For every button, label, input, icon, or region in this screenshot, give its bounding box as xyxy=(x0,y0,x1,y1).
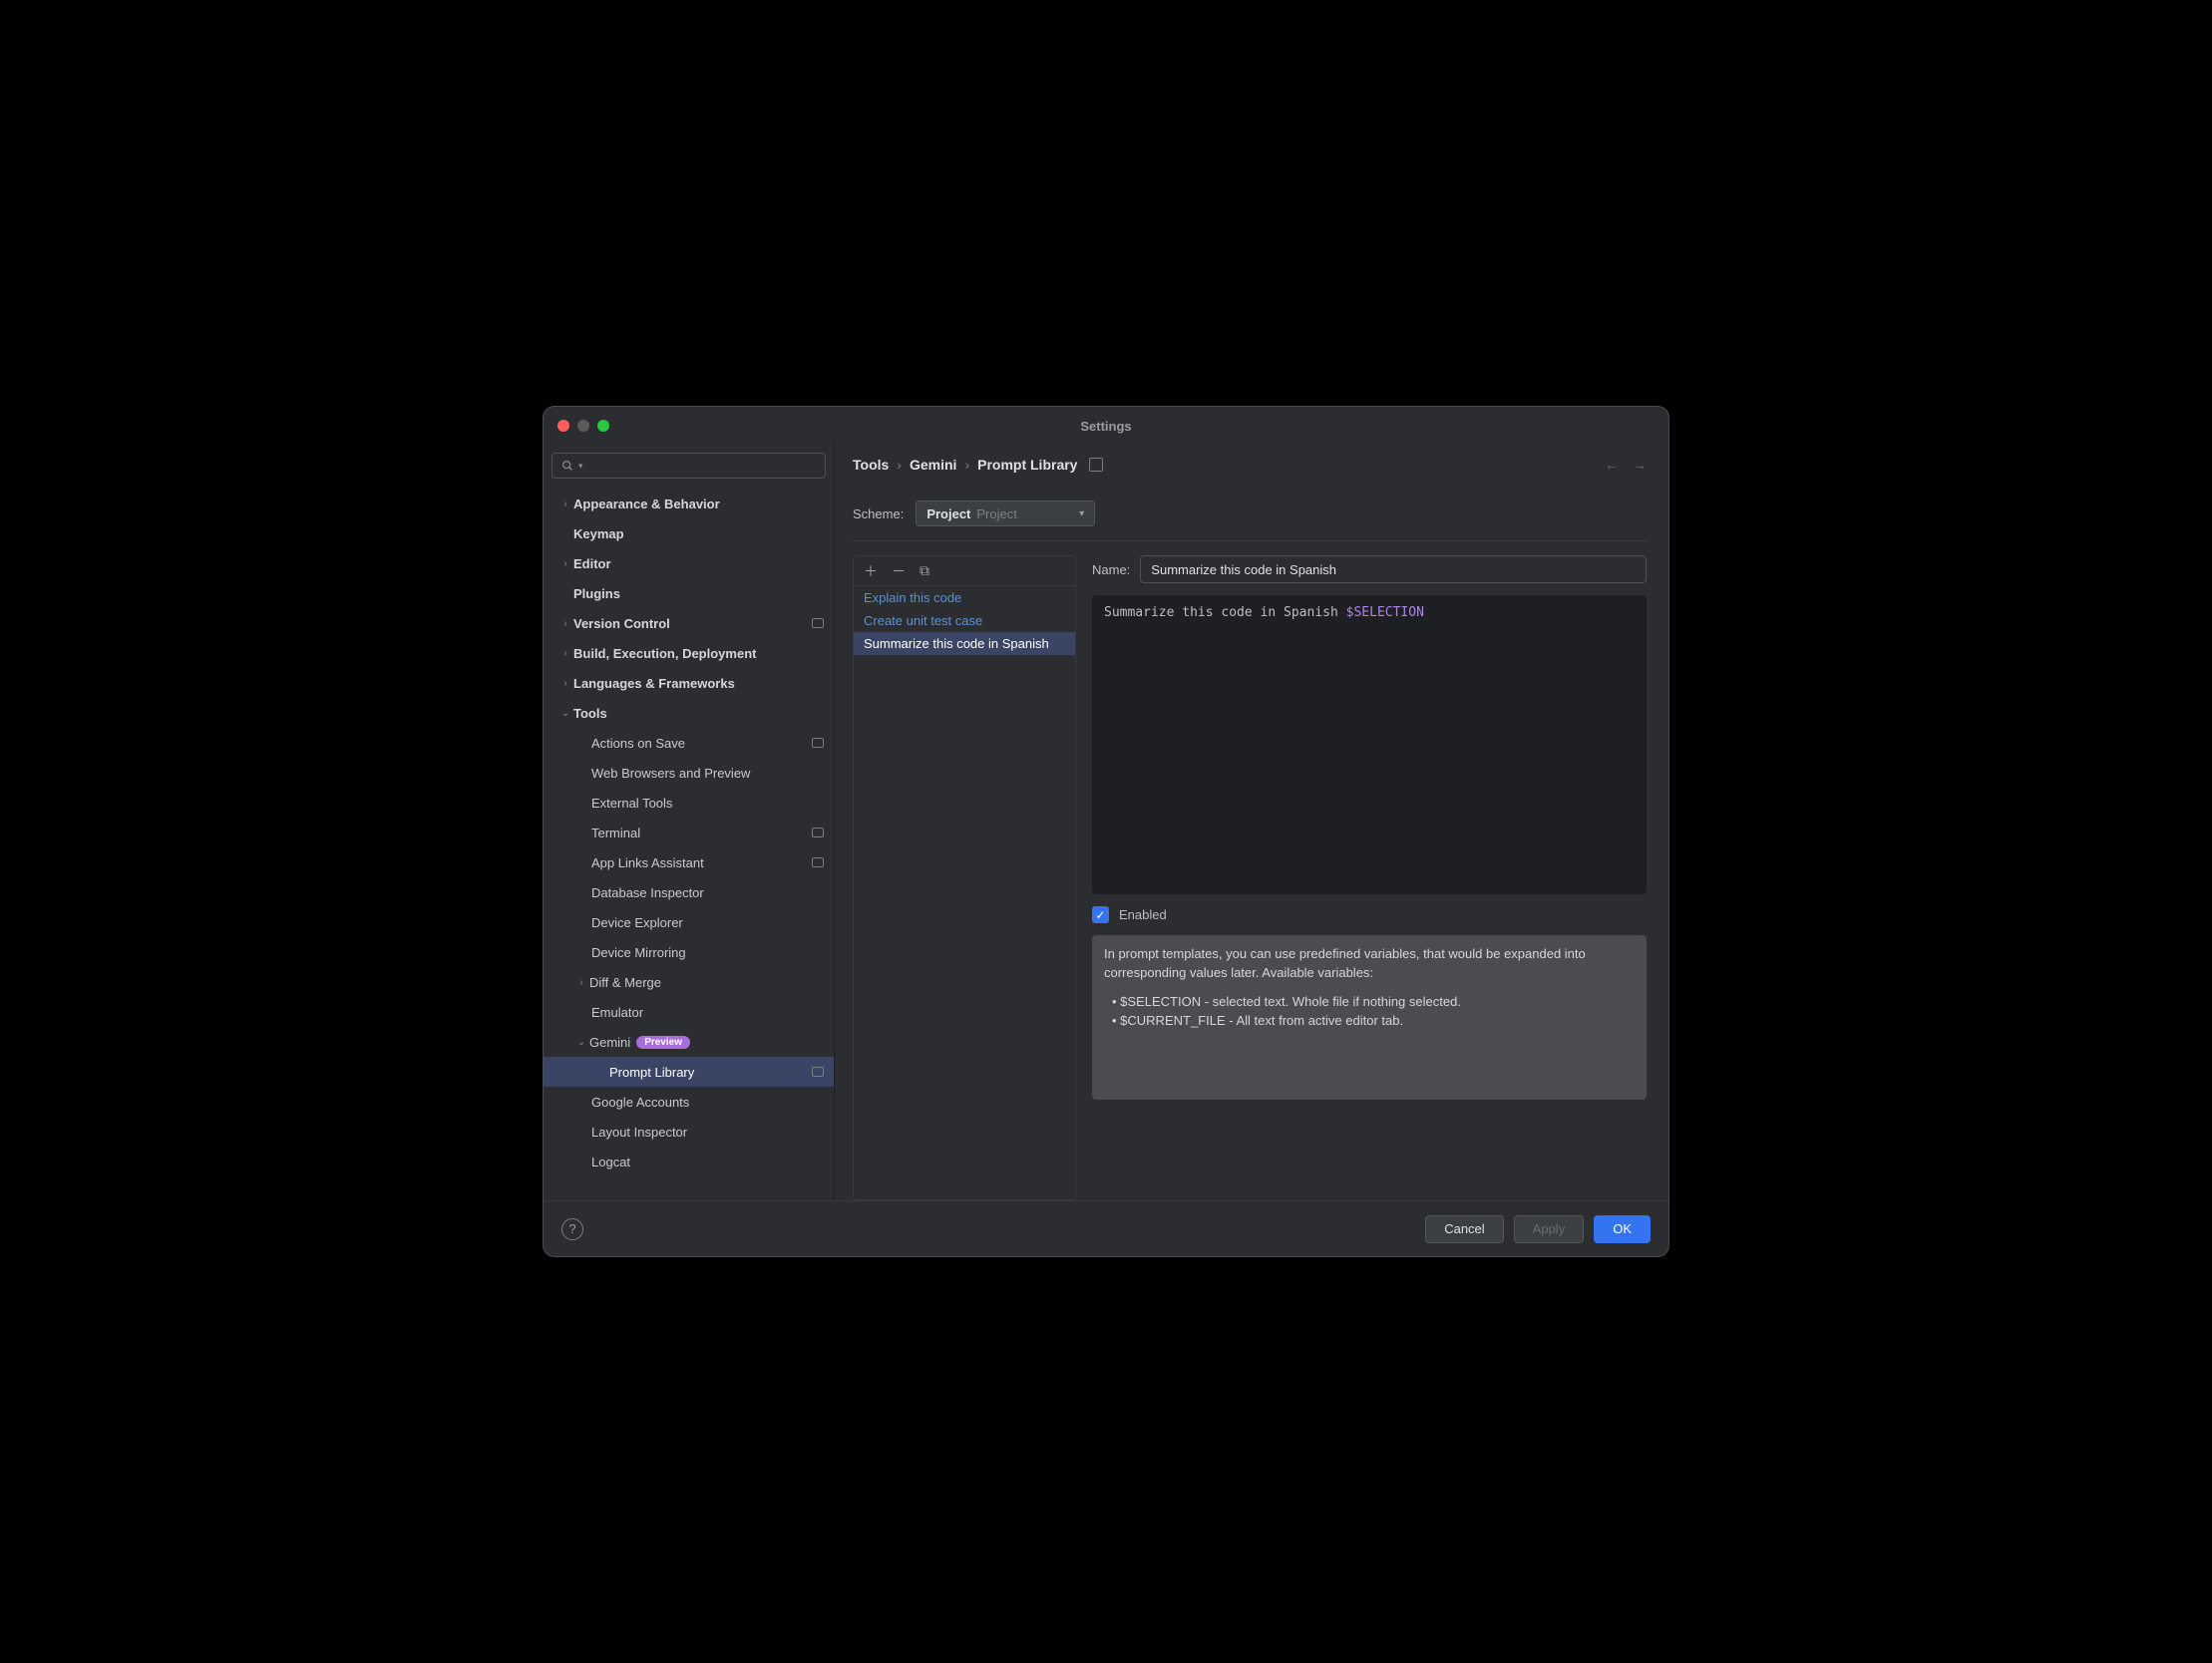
sidebar-item-prompt-library[interactable]: Prompt Library xyxy=(544,1057,834,1087)
window-title: Settings xyxy=(1080,419,1131,434)
sidebar-item-emulator[interactable]: Emulator xyxy=(544,997,834,1027)
sidebar-item-plugins[interactable]: Plugins xyxy=(544,578,834,608)
prompt-item[interactable]: Create unit test case xyxy=(854,609,1075,632)
prompt-detail: Name: Summarize this code in Spanish $SE… xyxy=(1092,555,1647,1200)
sidebar-item-gemini[interactable]: GeminiPreview xyxy=(544,1027,834,1057)
titlebar: Settings xyxy=(544,407,1668,445)
sidebar-item-languages[interactable]: Languages & Frameworks xyxy=(544,668,834,698)
chevron-down-icon: ▾ xyxy=(578,461,583,472)
zoom-window-icon[interactable] xyxy=(597,420,609,432)
breadcrumb-l1[interactable]: Tools xyxy=(853,457,889,473)
project-scope-icon xyxy=(812,738,824,748)
preview-badge: Preview xyxy=(636,1036,690,1049)
chevron-right-icon: › xyxy=(964,457,969,473)
ok-button[interactable]: OK xyxy=(1594,1215,1651,1243)
sidebar-item-diff-merge[interactable]: Diff & Merge xyxy=(544,967,834,997)
sidebar-item-editor[interactable]: Editor xyxy=(544,548,834,578)
project-scope-icon xyxy=(812,828,824,837)
help-box: In prompt templates, you can use predefi… xyxy=(1092,935,1647,1100)
chevron-down-icon: ▾ xyxy=(1079,508,1084,519)
sidebar-item-keymap[interactable]: Keymap xyxy=(544,518,834,548)
footer: ? Cancel Apply OK xyxy=(544,1200,1668,1256)
sidebar-item-database-inspector[interactable]: Database Inspector xyxy=(544,877,834,907)
breadcrumb-l3: Prompt Library xyxy=(977,457,1077,473)
search-icon xyxy=(560,459,574,473)
help-icon[interactable]: ? xyxy=(561,1218,583,1240)
minimize-window-icon[interactable] xyxy=(577,420,589,432)
breadcrumb: Tools › Gemini › Prompt Library ← → xyxy=(853,457,1647,473)
remove-prompt-icon[interactable]: － xyxy=(892,561,906,581)
prompt-list: ＋ － ⧉ Explain this code Create unit test… xyxy=(853,555,1076,1200)
sidebar-item-device-mirroring[interactable]: Device Mirroring xyxy=(544,937,834,967)
sidebar-item-terminal[interactable]: Terminal xyxy=(544,818,834,847)
sidebar-item-logcat[interactable]: Logcat xyxy=(544,1147,834,1176)
sidebar-item-web-browsers[interactable]: Web Browsers and Preview xyxy=(544,758,834,788)
sidebar-item-device-explorer[interactable]: Device Explorer xyxy=(544,907,834,937)
main-panel: Tools › Gemini › Prompt Library ← → Sche… xyxy=(835,445,1668,1200)
forward-arrow-icon[interactable]: → xyxy=(1633,457,1647,473)
sidebar-item-build[interactable]: Build, Execution, Deployment xyxy=(544,638,834,668)
sidebar: ▾ Appearance & Behavior Keymap Editor Pl… xyxy=(544,445,835,1200)
search-input[interactable]: ▾ xyxy=(552,453,826,479)
project-scope-icon xyxy=(812,857,824,867)
add-prompt-icon[interactable]: ＋ xyxy=(864,561,878,581)
scheme-label: Scheme: xyxy=(853,506,904,521)
prompt-editor[interactable]: Summarize this code in Spanish $SELECTIO… xyxy=(1092,595,1647,894)
sidebar-item-version-control[interactable]: Version Control xyxy=(544,608,834,638)
close-window-icon[interactable] xyxy=(557,420,569,432)
enabled-checkbox[interactable]: ✓ xyxy=(1092,906,1109,923)
sidebar-item-app-links[interactable]: App Links Assistant xyxy=(544,847,834,877)
prompt-item[interactable]: Summarize this code in Spanish xyxy=(854,632,1075,655)
scheme-select[interactable]: Project Project ▾ xyxy=(916,500,1095,526)
settings-window: Settings ▾ Appearance & Behavior Keymap … xyxy=(543,406,1669,1257)
cancel-button[interactable]: Cancel xyxy=(1425,1215,1503,1243)
sidebar-item-google-accounts[interactable]: Google Accounts xyxy=(544,1087,834,1117)
sidebar-item-layout-inspector[interactable]: Layout Inspector xyxy=(544,1117,834,1147)
enabled-label: Enabled xyxy=(1119,907,1167,922)
traffic-lights xyxy=(557,420,609,432)
sidebar-item-actions-on-save[interactable]: Actions on Save xyxy=(544,728,834,758)
sidebar-item-tools[interactable]: Tools xyxy=(544,698,834,728)
copy-prompt-icon[interactable]: ⧉ xyxy=(920,562,929,579)
breadcrumb-l2[interactable]: Gemini xyxy=(910,457,956,473)
back-arrow-icon[interactable]: ← xyxy=(1605,457,1619,473)
sidebar-item-external-tools[interactable]: External Tools xyxy=(544,788,834,818)
prompt-name-input[interactable] xyxy=(1140,555,1647,583)
name-label: Name: xyxy=(1092,562,1130,577)
project-scope-icon xyxy=(812,1067,824,1077)
apply-button[interactable]: Apply xyxy=(1514,1215,1585,1243)
settings-tree: Appearance & Behavior Keymap Editor Plug… xyxy=(544,489,834,1200)
chevron-right-icon: › xyxy=(897,457,902,473)
sidebar-item-appearance[interactable]: Appearance & Behavior xyxy=(544,489,834,518)
variable-token: $SELECTION xyxy=(1346,605,1424,620)
project-scope-icon xyxy=(812,618,824,628)
project-scope-icon xyxy=(1089,458,1103,472)
prompt-item[interactable]: Explain this code xyxy=(854,586,1075,609)
